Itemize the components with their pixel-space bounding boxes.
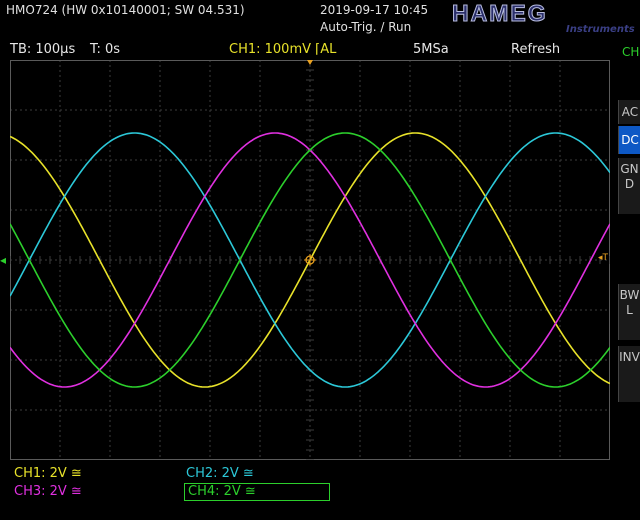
coupling-gnd-button[interactable]: GND	[618, 158, 640, 214]
sample-rate: 5MSa	[413, 42, 449, 57]
trigger-state: Auto-Trig. / Run	[320, 20, 412, 34]
inv-button[interactable]: INV	[618, 346, 640, 402]
ch1-trigger-setting[interactable]: CH1: 100mV ⌈AL	[229, 42, 336, 57]
ch2-label[interactable]: CH2: 2V ≅	[186, 466, 254, 481]
bwl-button[interactable]: BWL	[618, 284, 640, 340]
date-time: 2019-09-17 10:45	[320, 3, 429, 17]
coupling-ac-button[interactable]: AC	[618, 100, 640, 124]
acquisition-mode[interactable]: Refresh	[511, 42, 560, 57]
ch4-label[interactable]: CH4: 2V ≅	[188, 484, 256, 499]
ch4-ground-marker-icon[interactable]: ◂	[0, 253, 6, 267]
side-panel-channel-label: CH4	[622, 45, 640, 59]
time-offset[interactable]: T: 0s	[90, 42, 120, 57]
coupling-dc-button[interactable]: DC	[618, 126, 640, 154]
trigger-position-arrow[interactable]	[307, 60, 313, 65]
waveform-display[interactable]	[10, 60, 610, 460]
ch1-label[interactable]: CH1: 2V ≅	[14, 466, 82, 481]
hameg-logo-sub: Instruments	[566, 24, 635, 35]
trigger-point-marker	[304, 254, 316, 266]
trigger-level-marker[interactable]: ◂T	[598, 253, 608, 263]
device-model: HMO724 (HW 0x10140001; SW 04.531)	[6, 3, 245, 17]
timebase[interactable]: TB: 100µs	[10, 42, 75, 57]
ch3-label[interactable]: CH3: 2V ≅	[14, 484, 82, 499]
hameg-logo: HAMEG	[452, 0, 548, 26]
